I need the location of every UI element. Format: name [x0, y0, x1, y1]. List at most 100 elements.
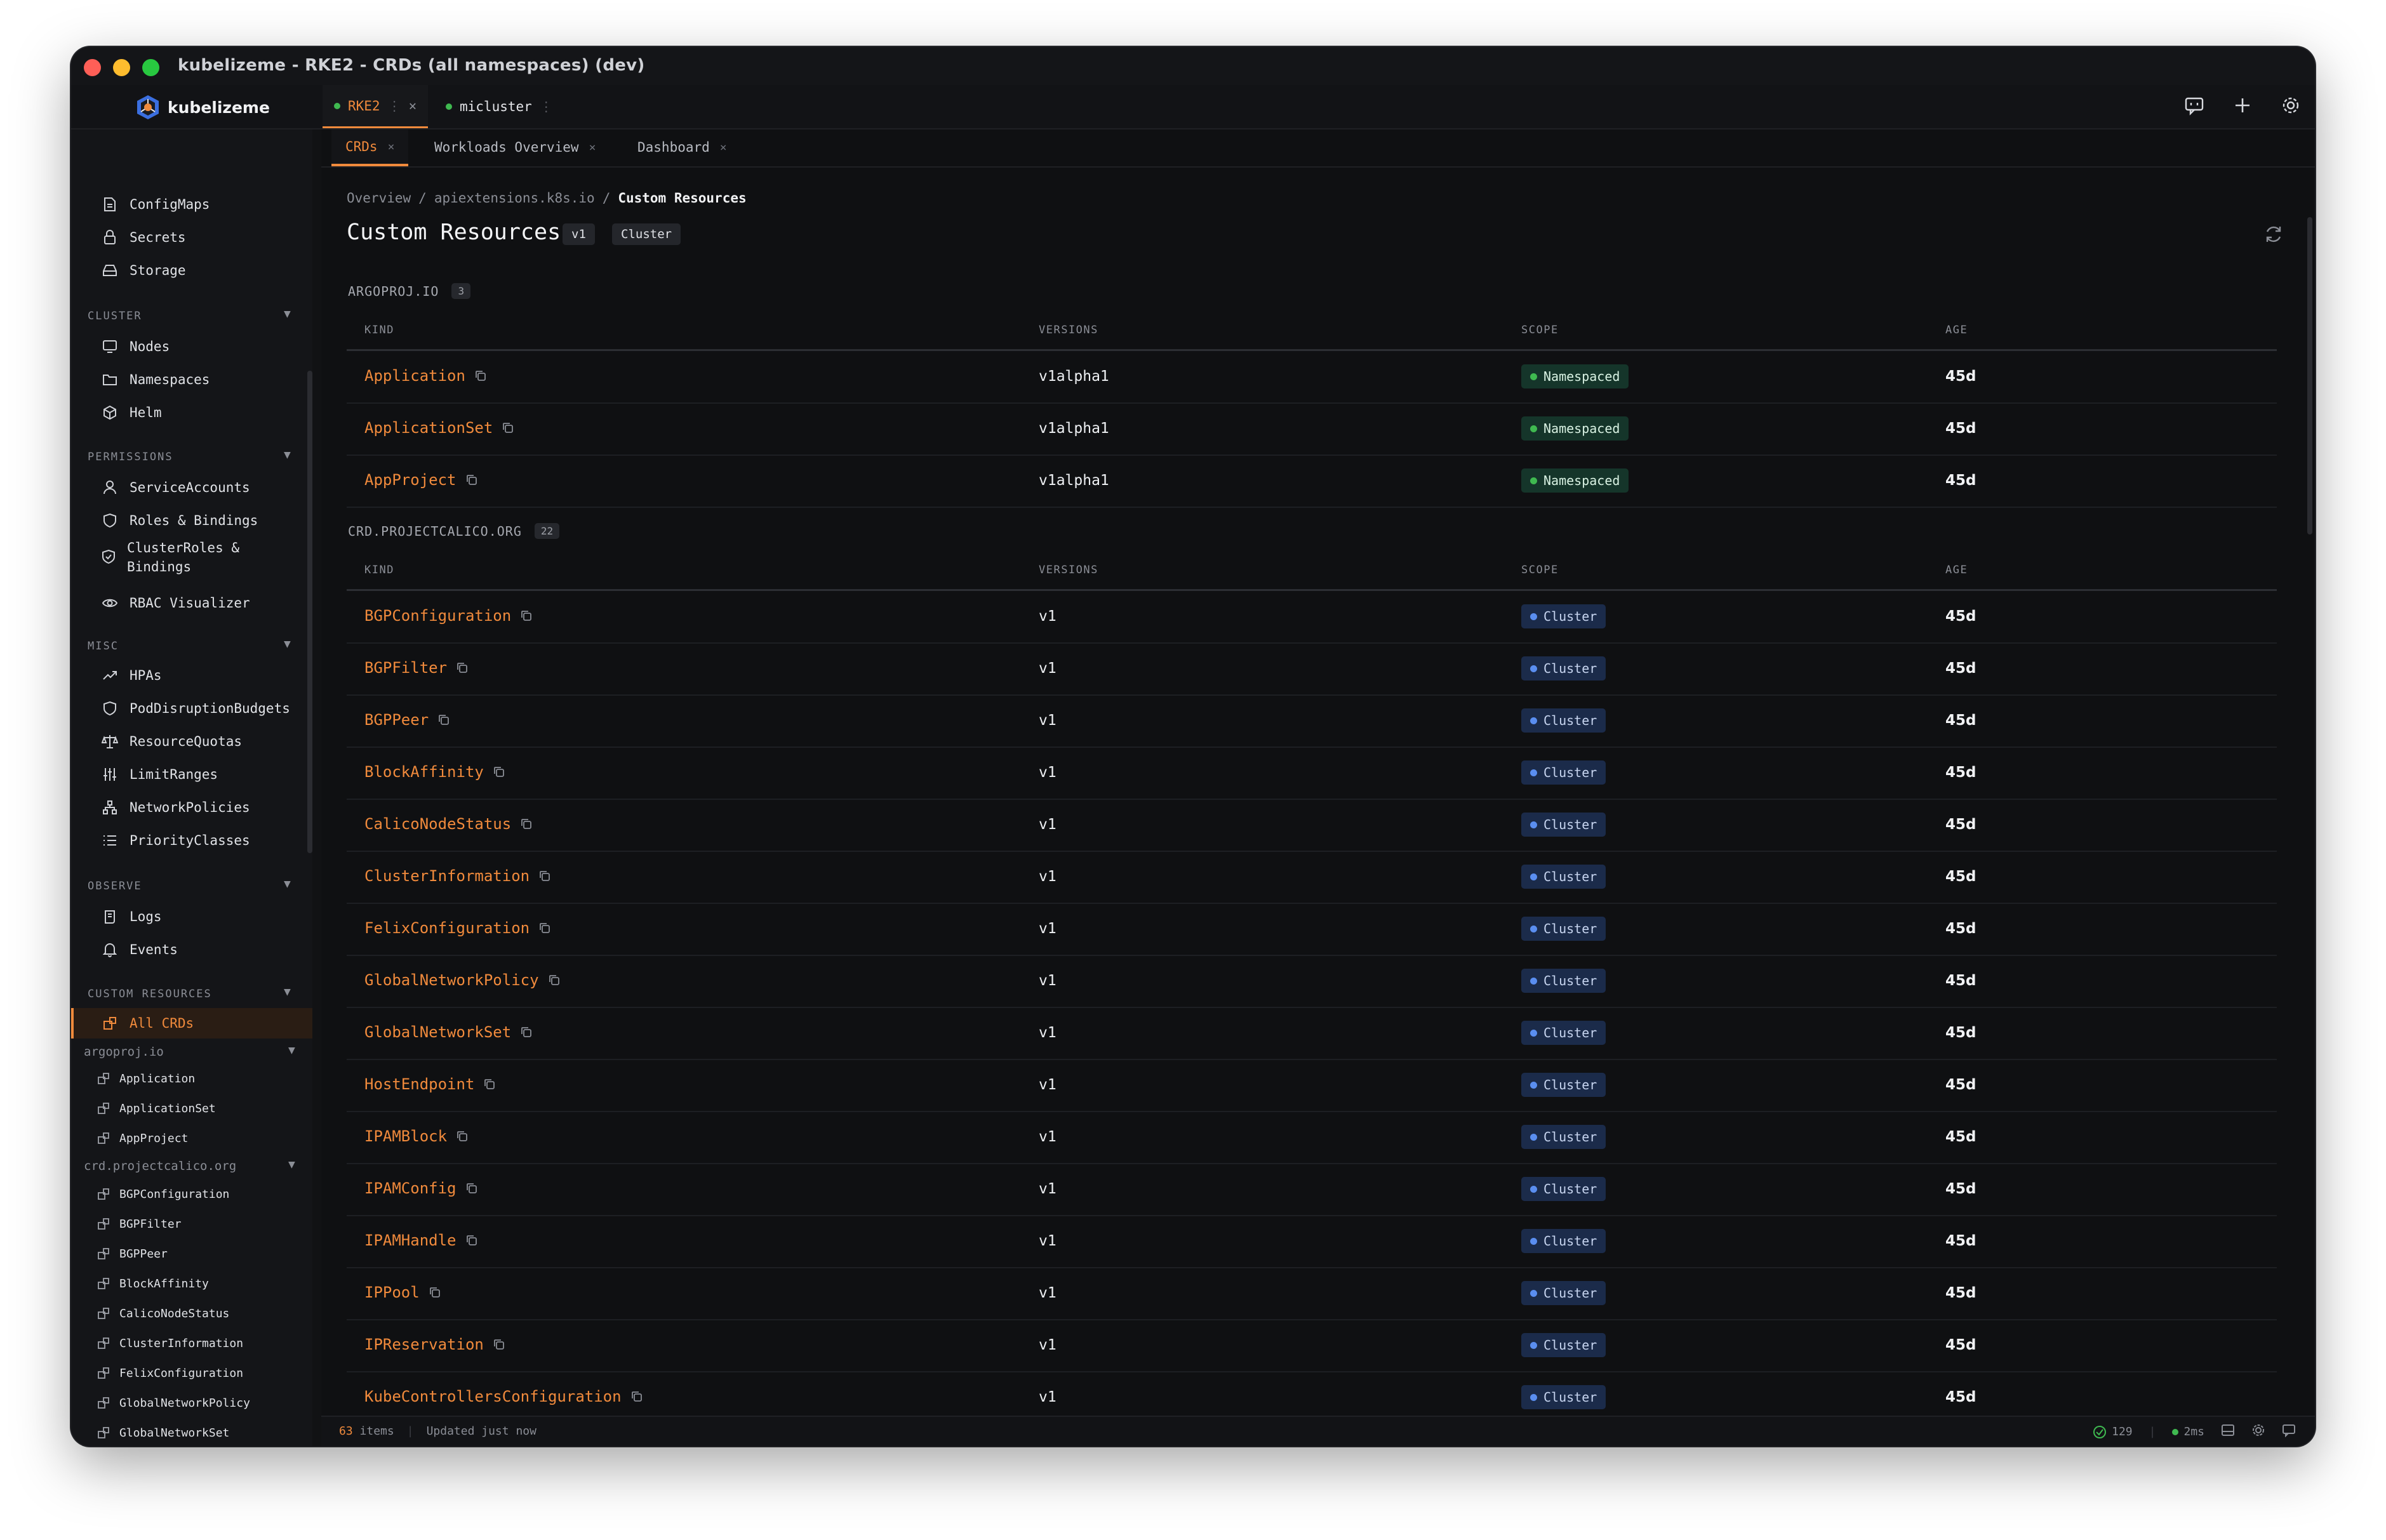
table-row[interactable]: BGPPeer v1 Cluster 45d [347, 696, 2277, 748]
sidebar-crd-item[interactable]: BGPConfiguration [97, 1187, 229, 1201]
tab-crds[interactable]: CRDs × [331, 129, 409, 166]
kind-link[interactable]: BlockAffinity [364, 763, 484, 781]
cluster-tab-micluster[interactable]: micluster ⋮ [434, 85, 564, 128]
sidebar-item-rbac-visualizer[interactable]: RBAC Visualizer [102, 589, 250, 617]
copy-icon[interactable] [465, 474, 478, 486]
kind-link[interactable]: BGPFilter [364, 659, 447, 677]
table-row[interactable]: AppProject v1alpha1 Namespaced 45d [347, 456, 2277, 508]
sidebar-item-serviceaccounts[interactable]: ServiceAccounts [102, 474, 250, 501]
sidebar-crd-item[interactable]: CalicoNodeStatus [97, 1306, 229, 1320]
sidebar-item-configmaps[interactable]: ConfigMaps [102, 190, 210, 218]
cluster-tab-rke2[interactable]: RKE2 ⋮ × [323, 85, 429, 128]
copy-icon[interactable] [493, 1338, 505, 1351]
caret-down-icon[interactable]: ▼ [284, 985, 291, 999]
copy-icon[interactable] [456, 661, 469, 674]
copy-icon[interactable] [502, 422, 514, 434]
kind-link[interactable]: BGPConfiguration [364, 607, 511, 625]
table-row[interactable]: HostEndpoint v1 Cluster 45d [347, 1060, 2277, 1112]
kind-link[interactable]: GlobalNetworkSet [364, 1023, 511, 1041]
copy-icon[interactable] [429, 1286, 441, 1299]
col-age[interactable]: AGE [1945, 324, 1968, 336]
copy-icon[interactable] [520, 609, 533, 622]
table-row[interactable]: IPAMBlock v1 Cluster 45d [347, 1112, 2277, 1164]
caret-down-icon[interactable]: ▼ [284, 448, 291, 461]
copy-icon[interactable] [493, 766, 505, 778]
table-row[interactable]: CalicoNodeStatus v1 Cluster 45d [347, 800, 2277, 852]
kind-link[interactable]: BGPPeer [364, 711, 429, 729]
sidebar-item-priorityclasses[interactable]: PriorityClasses [102, 826, 250, 854]
copy-icon[interactable] [520, 818, 533, 830]
copy-icon[interactable] [483, 1078, 496, 1091]
copy-icon[interactable] [456, 1130, 469, 1143]
crd-group-calico[interactable]: crd.projectcalico.org [84, 1159, 236, 1173]
kind-link[interactable]: IPAMHandle [364, 1231, 457, 1249]
copy-icon[interactable] [520, 1026, 533, 1039]
table-row[interactable]: ClusterInformation v1 Cluster 45d [347, 852, 2277, 904]
table-row[interactable]: GlobalNetworkPolicy v1 Cluster 45d [347, 956, 2277, 1008]
panel-icon[interactable] [2221, 1423, 2235, 1440]
chat-icon[interactable] [2183, 94, 2206, 117]
table-row[interactable]: ApplicationSet v1alpha1 Namespaced 45d [347, 404, 2277, 456]
sidebar-crd-item[interactable]: ClusterInformation [97, 1336, 243, 1350]
close-icon[interactable]: × [589, 141, 596, 154]
table-row[interactable]: Application v1alpha1 Namespaced 45d [347, 352, 2277, 404]
tab-dashboard[interactable]: Dashboard × [637, 129, 727, 165]
kind-link[interactable]: ClusterInformation [364, 867, 530, 885]
kind-link[interactable]: HostEndpoint [364, 1075, 474, 1093]
kind-link[interactable]: CalicoNodeStatus [364, 815, 511, 833]
table-row[interactable]: FelixConfiguration v1 Cluster 45d [347, 904, 2277, 956]
health-status[interactable]: 129 [2093, 1425, 2133, 1439]
table-row[interactable]: BGPFilter v1 Cluster 45d [347, 644, 2277, 696]
caret-down-icon[interactable]: ▼ [284, 877, 291, 891]
sidebar-crd-item[interactable]: ApplicationSet [97, 1101, 216, 1115]
sidebar-crd-item[interactable]: BGPPeer [97, 1247, 168, 1261]
sidebar-item-poddisruptionbudgets[interactable]: PodDisruptionBudgets [102, 694, 290, 722]
kind-link[interactable]: GlobalNetworkPolicy [364, 971, 539, 989]
sidebar-crd-item[interactable]: Application [97, 1072, 195, 1085]
close-icon[interactable]: × [388, 140, 395, 154]
sidebar-crd-item[interactable]: BlockAffinity [97, 1277, 209, 1291]
kind-link[interactable]: FelixConfiguration [364, 919, 530, 937]
col-kind[interactable]: KIND [364, 564, 394, 576]
kind-link[interactable]: IPPool [364, 1284, 420, 1301]
kind-link[interactable]: AppProject [364, 471, 457, 489]
kind-link[interactable]: ApplicationSet [364, 419, 493, 437]
sidebar-item-logs[interactable]: Logs [102, 903, 162, 931]
sidebar-item-clusterroles-bindings[interactable]: ClusterRoles & Bindings [102, 538, 273, 574]
sidebar-item-networkpolicies[interactable]: NetworkPolicies [102, 793, 250, 821]
table-row[interactable]: BlockAffinity v1 Cluster 45d [347, 748, 2277, 800]
section-cluster[interactable]: CLUSTER [88, 310, 142, 322]
sidebar-item-secrets[interactable]: Secrets [102, 223, 186, 251]
sidebar-crd-item[interactable]: GlobalNetworkPolicy [97, 1396, 250, 1410]
kind-link[interactable]: Application [364, 367, 465, 385]
table-row[interactable]: GlobalNetworkSet v1 Cluster 45d [347, 1008, 2277, 1060]
kind-link[interactable]: KubeControllersConfiguration [364, 1388, 622, 1405]
col-age[interactable]: AGE [1945, 564, 1968, 576]
col-versions[interactable]: VERSIONS [1039, 324, 1098, 336]
col-scope[interactable]: SCOPE [1521, 324, 1559, 336]
crd-group-argoproj[interactable]: argoproj.io [84, 1045, 164, 1059]
copy-icon[interactable] [474, 369, 487, 382]
close-icon[interactable]: × [720, 141, 727, 154]
sidebar-item-storage[interactable]: Storage [102, 256, 186, 284]
table-row[interactable]: IPReservation v1 Cluster 45d [347, 1320, 2277, 1372]
sidebar-item-events[interactable]: Events [102, 936, 178, 964]
sidebar-item-helm[interactable]: Helm [102, 399, 162, 427]
main-scrollbar[interactable] [2307, 217, 2312, 534]
copy-icon[interactable] [630, 1390, 643, 1403]
sidebar-crd-item[interactable]: AppProject [97, 1131, 188, 1145]
breadcrumb-group[interactable]: apiextensions.k8s.io [434, 190, 595, 206]
sidebar-item-roles-bindings[interactable]: Roles & Bindings [102, 507, 258, 534]
sidebar-crd-item[interactable]: BGPFilter [97, 1217, 182, 1231]
sidebar-item-limitranges[interactable]: LimitRanges [102, 760, 218, 788]
close-window-button[interactable] [84, 59, 101, 76]
group-header[interactable]: ARGOPROJ.IO 3 [348, 283, 471, 299]
table-row[interactable]: IPAMConfig v1 Cluster 45d [347, 1164, 2277, 1216]
section-custom-resources[interactable]: CUSTOM RESOURCES [88, 988, 212, 1000]
sidebar-item-namespaces[interactable]: Namespaces [102, 366, 210, 394]
breadcrumb-overview[interactable]: Overview [347, 190, 411, 206]
group-header[interactable]: CRD.PROJECTCALICO.ORG 22 [348, 523, 560, 539]
kind-link[interactable]: IPReservation [364, 1336, 484, 1353]
copy-icon[interactable] [465, 1182, 478, 1195]
table-row[interactable]: BGPConfiguration v1 Cluster 45d [347, 592, 2277, 644]
